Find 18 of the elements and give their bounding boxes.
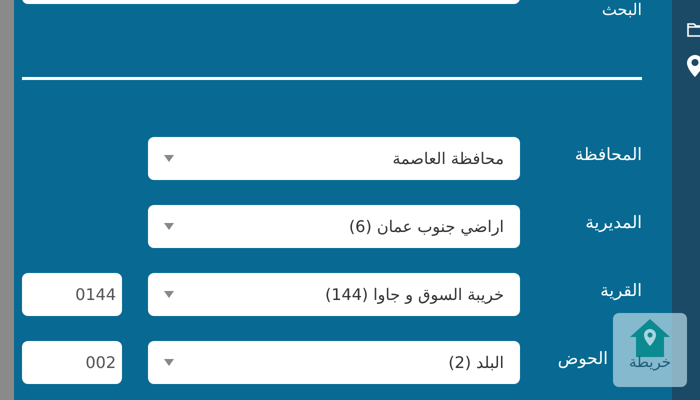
field-label: المديرية	[585, 212, 642, 232]
caret-icon	[164, 359, 174, 366]
dropdown[interactable]: خريبة السوق و جاوا (144)	[148, 273, 520, 316]
folder-icon[interactable]	[686, 20, 700, 38]
code-field[interactable]: 0144	[22, 273, 122, 316]
house-pin-icon	[628, 317, 672, 357]
caret-icon	[164, 291, 174, 298]
code-field[interactable]: 002	[22, 341, 122, 384]
search-label: البحث	[602, 0, 642, 20]
caret-icon	[164, 155, 174, 162]
field-label: الحوض	[558, 348, 608, 368]
map-pin-icon[interactable]	[686, 54, 700, 78]
dropdown[interactable]: اراضي جنوب عمان (6)	[148, 205, 520, 248]
dropdown[interactable]: محافظة العاصمة	[148, 137, 520, 180]
caret-icon	[164, 223, 174, 230]
field-label: القرية	[600, 280, 642, 300]
field-label: المحافظة	[574, 144, 642, 164]
dropdown[interactable]: البلد (2)	[148, 341, 520, 384]
